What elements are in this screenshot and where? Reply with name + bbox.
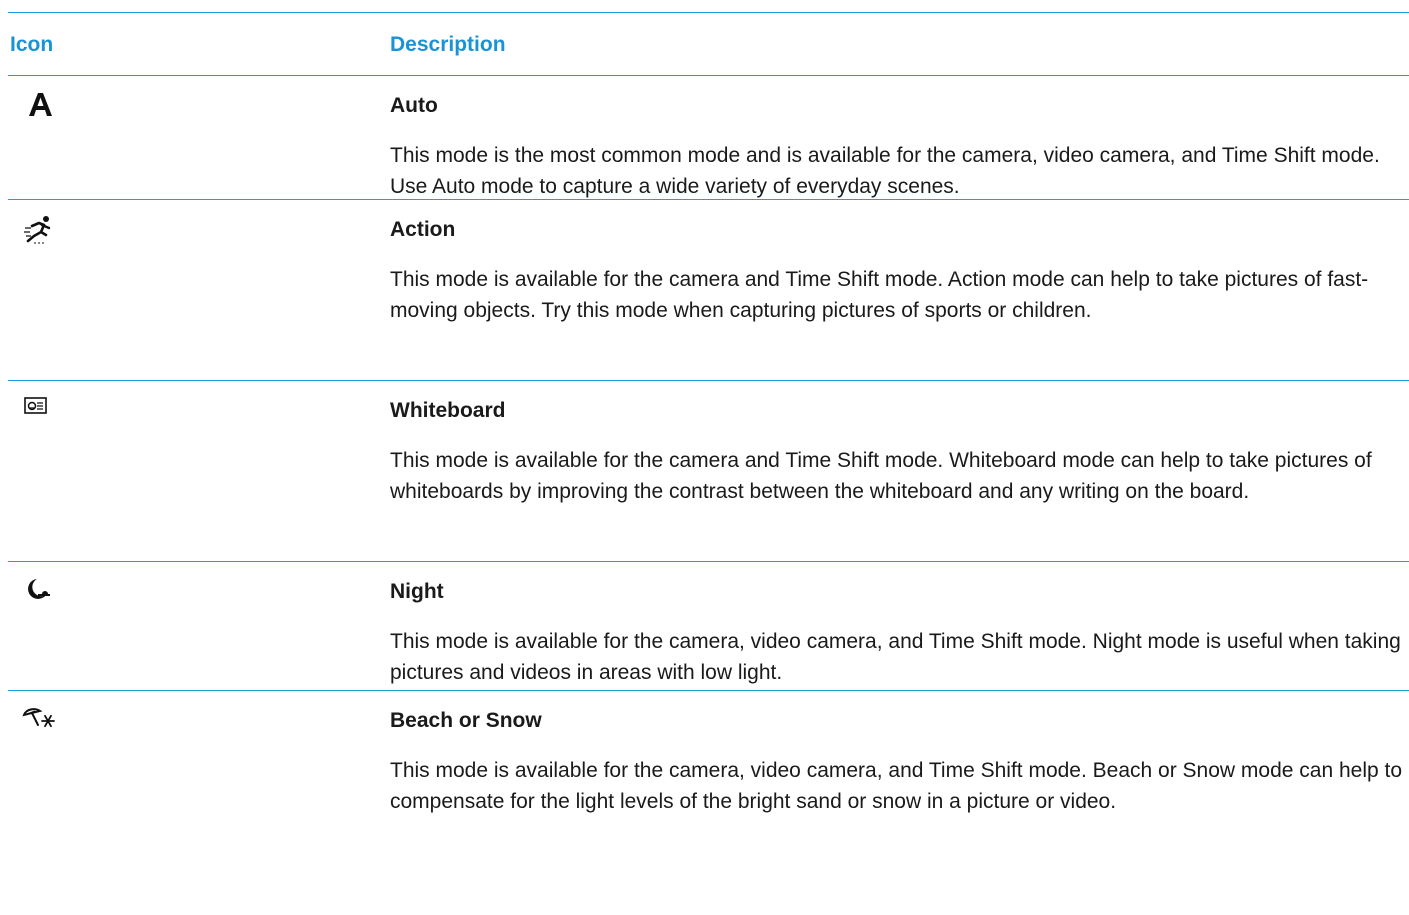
mode-body: This mode is the most common mode and is… — [390, 144, 1380, 198]
beach-snow-mode-icon — [22, 705, 62, 745]
description-column-header: Description — [390, 33, 506, 56]
mode-title: Night — [390, 580, 444, 603]
table-row-action: Action This mode is available for the ca… — [8, 200, 1409, 380]
mode-body: This mode is available for the camera, v… — [390, 759, 1403, 813]
table-row-night: Night This mode is available for the cam… — [8, 562, 1409, 690]
beach-snow-description: Beach or Snow This mode is available for… — [390, 707, 1406, 817]
mode-body: This mode is available for the camera, v… — [390, 630, 1401, 684]
table-row-whiteboard: Whiteboard This mode is available for th… — [8, 381, 1409, 561]
mode-title: Whiteboard — [390, 399, 506, 422]
mode-title: Action — [390, 218, 456, 241]
mode-title: Beach or Snow — [390, 709, 542, 732]
whiteboard-description: Whiteboard This mode is available for th… — [390, 397, 1406, 507]
mode-body: This mode is available for the camera an… — [390, 449, 1372, 503]
mode-body: This mode is available for the camera an… — [390, 268, 1369, 322]
camera-modes-table: Icon Description Auto This mode is the m… — [8, 12, 1409, 861]
table-header-row: Icon Description — [8, 13, 1409, 75]
icon-column-header: Icon — [10, 33, 54, 56]
night-description: Night This mode is available for the cam… — [390, 578, 1406, 688]
action-description: Action This mode is available for the ca… — [390, 216, 1406, 326]
table-row-auto: Auto This mode is the most common mode a… — [8, 76, 1409, 199]
mode-title: Auto — [390, 94, 438, 117]
action-mode-icon — [22, 214, 62, 254]
auto-description: Auto This mode is the most common mode a… — [390, 92, 1406, 202]
night-mode-icon — [24, 576, 64, 616]
whiteboard-mode-icon — [24, 397, 64, 437]
table-row-beach-snow: Beach or Snow This mode is available for… — [8, 691, 1409, 861]
auto-mode-icon — [26, 90, 66, 130]
